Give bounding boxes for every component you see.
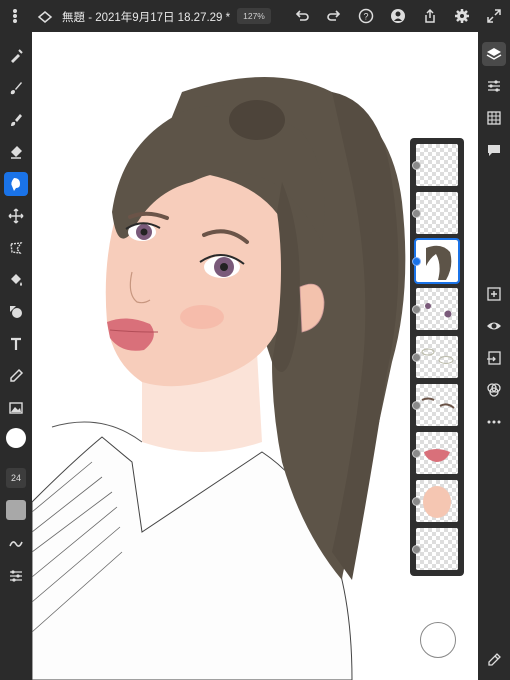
layer-thumbnail[interactable] (416, 384, 458, 426)
redo-icon[interactable] (323, 5, 345, 27)
layer-thumbnail[interactable] (416, 480, 458, 522)
eyedropper-icon[interactable] (4, 364, 28, 388)
visibility-icon[interactable] (482, 314, 506, 338)
layer-visibility-icon[interactable] (412, 305, 421, 314)
eraser-icon[interactable] (4, 140, 28, 164)
adjustments-icon[interactable] (482, 74, 506, 98)
add-layer-icon[interactable] (482, 282, 506, 306)
more-icon[interactable] (482, 410, 506, 434)
brush-settings-icon[interactable] (4, 564, 28, 588)
svg-text:?: ? (363, 12, 368, 22)
grid-icon[interactable] (482, 106, 506, 130)
brush-opacity-swatch[interactable] (6, 500, 26, 520)
layer-visibility-icon[interactable] (412, 497, 421, 506)
blend-brush-icon[interactable] (4, 108, 28, 132)
left-toolbar: 24 (0, 32, 32, 680)
layer-thumbnail[interactable] (416, 192, 458, 234)
right-toolbar (478, 32, 510, 680)
layer-thumbnail[interactable] (416, 528, 458, 570)
lasso-icon[interactable] (4, 236, 28, 260)
share-user-icon[interactable] (387, 5, 409, 27)
layers-panel-icon[interactable] (34, 5, 56, 27)
comment-icon[interactable] (482, 138, 506, 162)
layer-visibility-icon[interactable] (412, 209, 421, 218)
back-to-home-icon[interactable] (4, 5, 26, 27)
layer-thumbnail[interactable] (416, 144, 458, 186)
layer-thumbnail-selected[interactable] (414, 238, 460, 284)
fill-icon[interactable] (4, 268, 28, 292)
layer-visibility-icon[interactable] (412, 449, 421, 458)
layer-thumbnail[interactable] (416, 432, 458, 474)
layer-thumbnail[interactable] (416, 288, 458, 330)
layers-panel (410, 138, 464, 576)
edit-icon[interactable] (482, 648, 506, 672)
layer-visibility-icon[interactable] (412, 257, 421, 266)
layers-icon[interactable] (482, 42, 506, 66)
blend-mode-icon[interactable] (482, 378, 506, 402)
zoom-level[interactable]: 127% (237, 8, 271, 24)
stroke-smoothing-icon[interactable] (4, 532, 28, 556)
smudge-icon[interactable] (4, 172, 28, 196)
text-icon[interactable] (4, 332, 28, 356)
move-icon[interactable] (4, 204, 28, 228)
document-title[interactable]: 無題 - 2021年9月17日 18.27.29 * (62, 9, 230, 25)
layer-visibility-icon[interactable] (412, 161, 421, 170)
modifier-touch-button[interactable] (420, 622, 456, 658)
layer-visibility-icon[interactable] (412, 401, 421, 410)
select-icon[interactable] (4, 44, 28, 68)
layer-thumbnail[interactable] (416, 336, 458, 378)
help-icon[interactable]: ? (355, 5, 377, 27)
layer-visibility-icon[interactable] (412, 353, 421, 362)
settings-gear-icon[interactable] (451, 5, 473, 27)
fullscreen-icon[interactable] (483, 5, 505, 27)
brush-icon[interactable] (4, 76, 28, 100)
image-icon[interactable] (4, 396, 28, 420)
import-icon[interactable] (482, 346, 506, 370)
brush-size-value[interactable]: 24 (6, 468, 26, 488)
export-icon[interactable] (419, 5, 441, 27)
shape-icon[interactable] (4, 300, 28, 324)
layer-visibility-icon[interactable] (412, 545, 421, 554)
top-bar: 無題 - 2021年9月17日 18.27.29 * 127% ? (0, 0, 510, 32)
color-swatch-white[interactable] (6, 428, 26, 448)
undo-icon[interactable] (291, 5, 313, 27)
